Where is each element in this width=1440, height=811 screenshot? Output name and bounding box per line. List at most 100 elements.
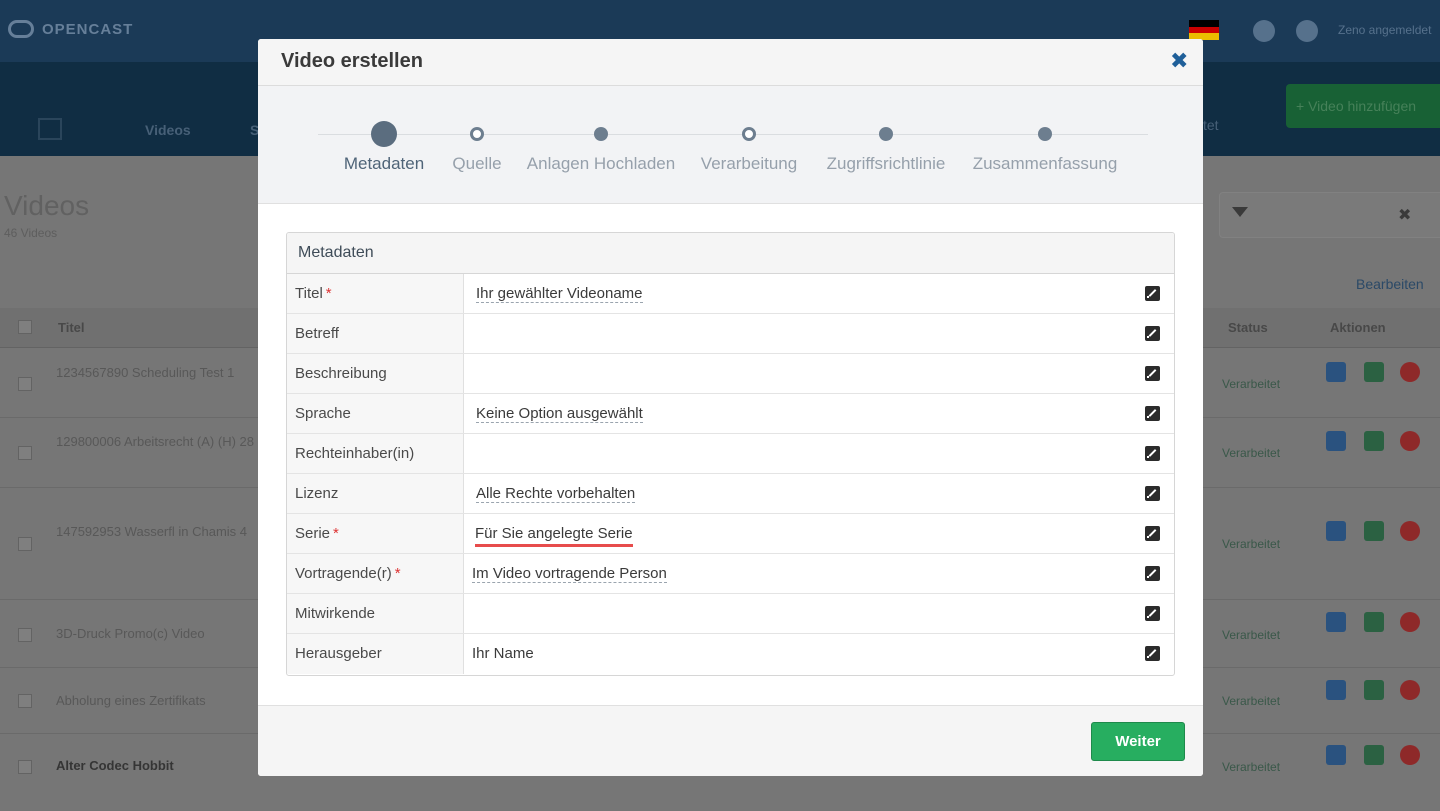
- create-video-modal: Video erstellen ✖ Metadaten Quelle Anlag…: [258, 39, 1203, 776]
- publish-icon[interactable]: [1364, 612, 1384, 632]
- publish-icon[interactable]: [1364, 745, 1384, 765]
- field-value-text[interactable]: Ihr gewählter Videoname: [476, 285, 643, 303]
- row-title[interactable]: 1234567890 Scheduling Test 1: [56, 361, 256, 384]
- field-label: Betreff: [287, 314, 464, 353]
- edit-icon[interactable]: [1145, 566, 1160, 581]
- edit-icon[interactable]: [1145, 406, 1160, 421]
- edit-metadata-icon[interactable]: [1326, 680, 1346, 700]
- field-value-serie[interactable]: Für Sie angelegte Serie: [464, 514, 1174, 553]
- metadata-panel: Metadaten Titel * Ihr gewählter Videoname…: [286, 232, 1175, 676]
- field-label-text: Serie: [295, 525, 331, 542]
- step-label[interactable]: Zugriffsrichtlinie: [827, 154, 946, 174]
- edit-metadata-icon[interactable]: [1326, 745, 1346, 765]
- required-marker: *: [325, 285, 332, 302]
- column-status[interactable]: Status: [1228, 320, 1268, 335]
- row-checkbox[interactable]: [18, 537, 32, 551]
- publish-icon[interactable]: [1364, 362, 1384, 382]
- row-checkbox[interactable]: [18, 628, 32, 642]
- page-title: Videos: [4, 190, 90, 221]
- step-label[interactable]: Verarbeitung: [701, 154, 797, 174]
- field-value-text[interactable]: Alle Rechte vorbehalten: [476, 485, 636, 503]
- row-status: Verarbeitet: [1222, 760, 1281, 774]
- row-title[interactable]: 3D-Druck Promo(c) Video: [56, 622, 256, 645]
- language-flag-icon[interactable]: [1189, 20, 1219, 41]
- step-label[interactable]: Anlagen Hochladen: [527, 154, 675, 174]
- field-value-text[interactable]: Keine Option ausgewählt: [476, 405, 643, 423]
- clear-filter-icon[interactable]: ✖: [1398, 205, 1411, 225]
- row-title[interactable]: 147592953 Wasserfl in Chamis 4: [56, 520, 256, 543]
- field-row-serie: Serie * Für Sie angelegte Serie: [287, 514, 1174, 554]
- row-checkbox[interactable]: [18, 446, 32, 460]
- delete-icon[interactable]: [1400, 521, 1420, 541]
- delete-icon[interactable]: [1400, 680, 1420, 700]
- step-label[interactable]: Quelle: [452, 154, 501, 174]
- help-icon[interactable]: [1296, 20, 1318, 42]
- field-row-rechteinhaber: Rechteinhaber(in): [287, 434, 1174, 474]
- edit-icon[interactable]: [1145, 326, 1160, 341]
- add-video-button[interactable]: + Video hinzufügen: [1286, 84, 1440, 128]
- row-status: Verarbeitet: [1222, 694, 1281, 708]
- field-value-betreff[interactable]: [464, 314, 1174, 353]
- step-dot-filled-icon: [1038, 127, 1052, 141]
- modal-title: Video erstellen: [281, 50, 423, 72]
- field-value-vortragende[interactable]: Im Video vortragende Person: [464, 554, 1174, 593]
- menu-icon[interactable]: [38, 118, 62, 140]
- edit-icon[interactable]: [1145, 486, 1160, 501]
- user-menu[interactable]: Zeno angemeldet: [1338, 23, 1431, 37]
- edit-metadata-icon[interactable]: [1326, 521, 1346, 541]
- field-label-text: Rechteinhaber(in): [295, 445, 415, 462]
- delete-icon[interactable]: [1400, 745, 1420, 765]
- row-title[interactable]: Abholung eines Zertifikats: [56, 689, 256, 712]
- edit-link[interactable]: Bearbeiten: [1356, 276, 1424, 292]
- field-value-rechteinhaber[interactable]: [464, 434, 1174, 473]
- field-value-text[interactable]: Für Sie angelegte Serie: [475, 525, 633, 547]
- step-label[interactable]: Metadaten: [344, 154, 424, 174]
- step-dot-filled-icon: [879, 127, 893, 141]
- field-value-mitwirkende[interactable]: [464, 594, 1174, 633]
- delete-icon[interactable]: [1400, 612, 1420, 632]
- edit-icon[interactable]: [1145, 286, 1160, 301]
- field-value-lizenz[interactable]: Alle Rechte vorbehalten: [464, 474, 1174, 513]
- edit-icon[interactable]: [1145, 606, 1160, 621]
- publish-icon[interactable]: [1364, 431, 1384, 451]
- edit-icon[interactable]: [1145, 446, 1160, 461]
- step-dot-open-icon: [742, 127, 756, 141]
- edit-icon[interactable]: [1145, 526, 1160, 541]
- row-checkbox[interactable]: [18, 377, 32, 391]
- next-button[interactable]: Weiter: [1091, 722, 1185, 761]
- step-label[interactable]: Zusammenfassung: [973, 154, 1118, 174]
- row-checkbox[interactable]: [18, 694, 32, 708]
- delete-icon[interactable]: [1400, 431, 1420, 451]
- modal-header: Video erstellen ✖: [258, 39, 1203, 86]
- logo-text: OPENCAST: [42, 20, 134, 38]
- filter-icon: [1232, 207, 1248, 217]
- edit-icon[interactable]: [1145, 646, 1160, 661]
- column-title[interactable]: Titel: [58, 320, 85, 335]
- edit-metadata-icon[interactable]: [1326, 431, 1346, 451]
- tab-videos[interactable]: Videos: [145, 122, 191, 138]
- tab-right-partial[interactable]: tet: [1203, 117, 1219, 133]
- delete-icon[interactable]: [1400, 362, 1420, 382]
- row-title[interactable]: 129800006 Arbeitsrecht (A) (H) 28: [56, 430, 256, 453]
- edit-metadata-icon[interactable]: [1326, 612, 1346, 632]
- field-value-text[interactable]: Ihr Name: [472, 645, 534, 662]
- row-status: Verarbeitet: [1222, 628, 1281, 642]
- row-checkbox[interactable]: [18, 760, 32, 774]
- publish-icon[interactable]: [1364, 521, 1384, 541]
- field-value-sprache[interactable]: Keine Option ausgewählt: [464, 394, 1174, 433]
- select-all-checkbox[interactable]: [18, 320, 32, 334]
- close-icon[interactable]: ✖: [1170, 49, 1188, 73]
- row-title[interactable]: Alter Codec Hobbit: [56, 754, 256, 777]
- field-row-sprache: Sprache Keine Option ausgewählt: [287, 394, 1174, 434]
- settings-icon[interactable]: [1253, 20, 1275, 42]
- field-label-text: Mitwirkende: [295, 605, 376, 622]
- publish-icon[interactable]: [1364, 680, 1384, 700]
- filter-box[interactable]: ✖: [1219, 192, 1440, 238]
- edit-metadata-icon[interactable]: [1326, 362, 1346, 382]
- field-value-beschreibung[interactable]: [464, 354, 1174, 393]
- edit-icon[interactable]: [1145, 366, 1160, 381]
- field-value-herausgeber[interactable]: Ihr Name: [464, 634, 1174, 674]
- field-label-text: Herausgeber: [295, 645, 382, 662]
- field-value-text[interactable]: Im Video vortragende Person: [472, 565, 667, 583]
- field-value-titel[interactable]: Ihr gewählter Videoname: [464, 274, 1174, 313]
